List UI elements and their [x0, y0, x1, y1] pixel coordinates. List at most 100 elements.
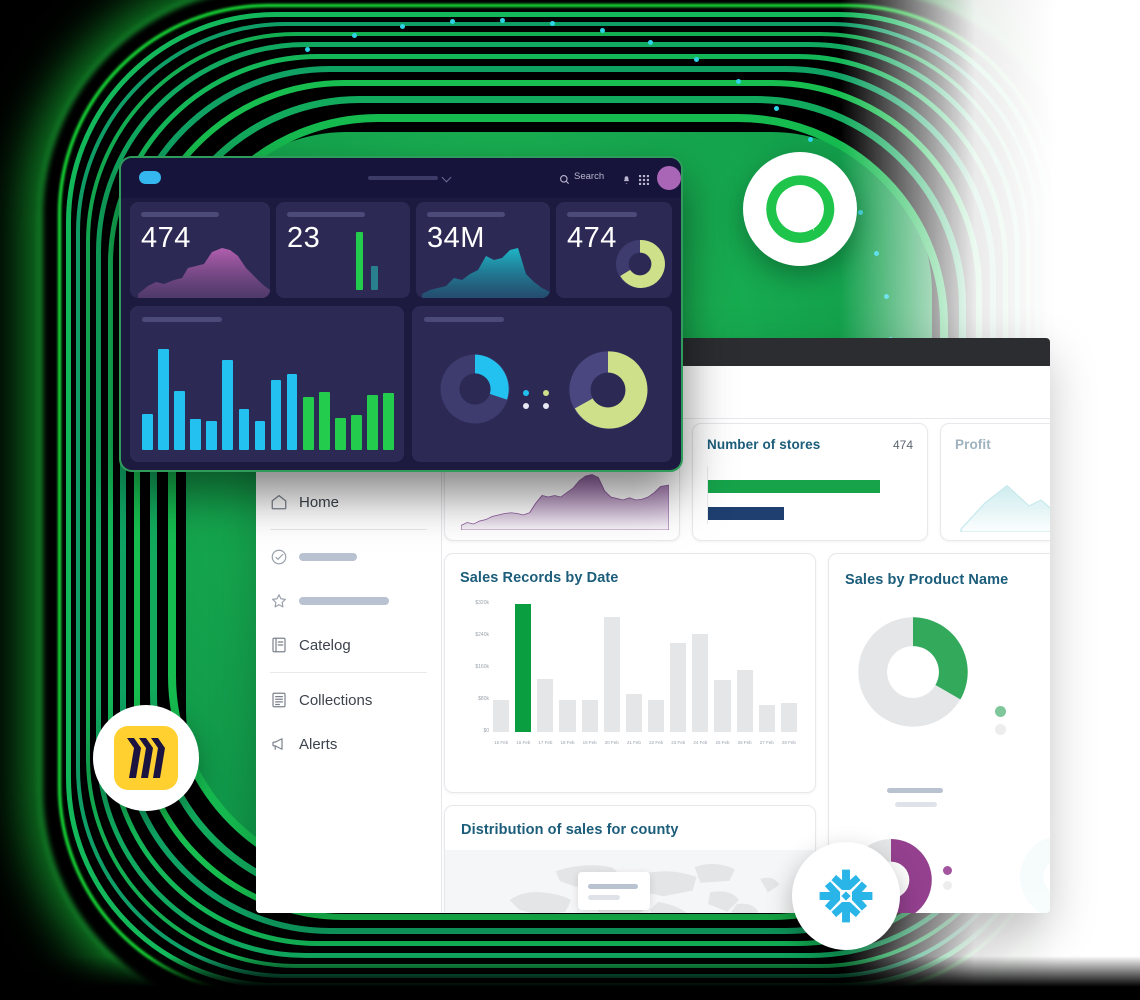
grid-apps-icon[interactable]: [639, 172, 649, 190]
search-label[interactable]: Search: [574, 171, 604, 182]
hero-composition: Home Catelog Collections Alerts Number o…: [0, 0, 1140, 1000]
bar[interactable]: [603, 616, 620, 732]
bar[interactable]: [648, 700, 665, 732]
legend-dot: [943, 881, 952, 890]
bar[interactable]: [625, 693, 642, 732]
map-chart[interactable]: [445, 850, 815, 913]
snowflake-icon: [819, 869, 873, 923]
donut-chart-ghost: [1020, 836, 1050, 913]
sidebar-nav: Home Catelog Collections Alerts: [270, 480, 427, 766]
bar: [174, 390, 185, 450]
bar: [238, 409, 250, 450]
qlik-logo: [743, 152, 857, 266]
megaphone-icon: [270, 735, 288, 753]
distribution-of-sales-card[interactable]: Distribution of sales for county: [444, 805, 816, 913]
kpi-sparkline: [138, 248, 270, 298]
kpi-card-3[interactable]: 34M: [416, 202, 550, 298]
bar[interactable]: [714, 679, 731, 732]
collections-icon: [270, 691, 288, 709]
sidebar-item-label: Collections: [299, 691, 373, 709]
y-axis-tick: $0: [483, 728, 489, 734]
dot: [774, 106, 779, 111]
sidebar-item-alerts[interactable]: Alerts: [270, 722, 427, 766]
sidebar-item-placeholder: [299, 597, 389, 605]
y-axis-tick: $240k: [475, 632, 489, 638]
bell-icon[interactable]: [622, 172, 631, 190]
profit-card[interactable]: Profit: [940, 423, 1050, 541]
legend-dot: [543, 390, 549, 396]
nav-selector-pill[interactable]: [368, 176, 438, 180]
bar: [142, 413, 153, 450]
legend-dot: [523, 390, 529, 396]
dot: [808, 137, 813, 142]
donut-panel[interactable]: [412, 306, 672, 462]
area-chart: [960, 484, 1050, 532]
dot: [550, 21, 555, 26]
dot: [648, 40, 653, 45]
donut-chart-primary[interactable]: [841, 600, 985, 744]
bar: [254, 421, 266, 450]
dark-dashboard-topbar: Search: [121, 158, 681, 198]
snowflake-logo: [792, 842, 900, 950]
bar: [319, 391, 330, 450]
legend-dot: [543, 403, 549, 409]
bar[interactable]: [515, 604, 532, 732]
bar: [190, 419, 201, 450]
donut-chart-right: [569, 351, 648, 429]
sidebar-item-favorites[interactable]: [270, 579, 427, 623]
legend-dot: [995, 724, 1006, 735]
sales-records-by-date-card[interactable]: Sales Records by Date $320k $240k $160k $80…: [444, 553, 816, 793]
qlik-icon: [766, 175, 835, 244]
miro-icon: [114, 726, 178, 790]
dot: [600, 28, 605, 33]
bar[interactable]: [581, 700, 598, 732]
dot: [500, 18, 505, 23]
y-axis-tick: $320k: [475, 600, 489, 606]
bar: [367, 395, 378, 450]
cloud-icon: [139, 171, 161, 184]
bar[interactable]: [493, 700, 510, 732]
bar[interactable]: [736, 669, 753, 732]
bar[interactable]: [537, 679, 554, 732]
dark-dashboard-card: Search 474 23 34M 474: [119, 156, 683, 472]
y-axis-tick: $160k: [475, 664, 489, 670]
bar: [158, 348, 169, 450]
dot: [450, 19, 455, 24]
bar[interactable]: [758, 704, 775, 732]
bar: [222, 359, 234, 450]
home-icon: [270, 493, 288, 511]
search-icon[interactable]: [559, 172, 570, 190]
kpi-card-2[interactable]: 23: [276, 202, 410, 298]
bar: [286, 374, 298, 450]
sidebar-item-collections[interactable]: Collections: [270, 678, 427, 722]
sidebar-item-label: Catelog: [299, 636, 351, 654]
kpi-bar: [356, 232, 363, 290]
sidebar-item-home[interactable]: Home: [270, 480, 427, 524]
y-axis-tick: $80k: [478, 696, 489, 702]
bar[interactable]: [692, 633, 709, 732]
card-title: Sales Records by Date: [460, 570, 619, 586]
divider: [270, 529, 427, 530]
card-title: Number of stores: [707, 437, 821, 452]
bar[interactable]: [670, 643, 687, 732]
number-of-stores-card[interactable]: Number of stores 474: [692, 423, 928, 541]
chevron-down-icon[interactable]: [441, 172, 452, 183]
kpi-card-4[interactable]: 474: [556, 202, 672, 298]
kpi-card-1[interactable]: 474: [130, 202, 270, 298]
sidebar-item-label: Alerts: [299, 735, 338, 753]
legend-dot: [943, 866, 952, 875]
card-title: Sales by Product Name: [845, 572, 1009, 588]
legend-label-placeholder: [895, 802, 937, 807]
bar-chart-panel[interactable]: [130, 306, 404, 462]
bar[interactable]: [780, 703, 797, 732]
card-title: Profit: [955, 437, 991, 452]
legend-dot: [523, 403, 529, 409]
dashboard-content: 474 Number of stores 474: [442, 419, 1050, 913]
avatar[interactable]: [657, 166, 681, 190]
star-icon: [270, 592, 288, 610]
sidebar-item-tasks[interactable]: [270, 535, 427, 579]
bar: [270, 379, 282, 450]
bar[interactable]: [559, 700, 576, 732]
bar-chart: $320k $240k $160k $80k $0 15 Feb 16 Feb 17 Feb 1…: [459, 600, 803, 772]
sidebar-item-catelog[interactable]: Catelog: [270, 623, 427, 667]
